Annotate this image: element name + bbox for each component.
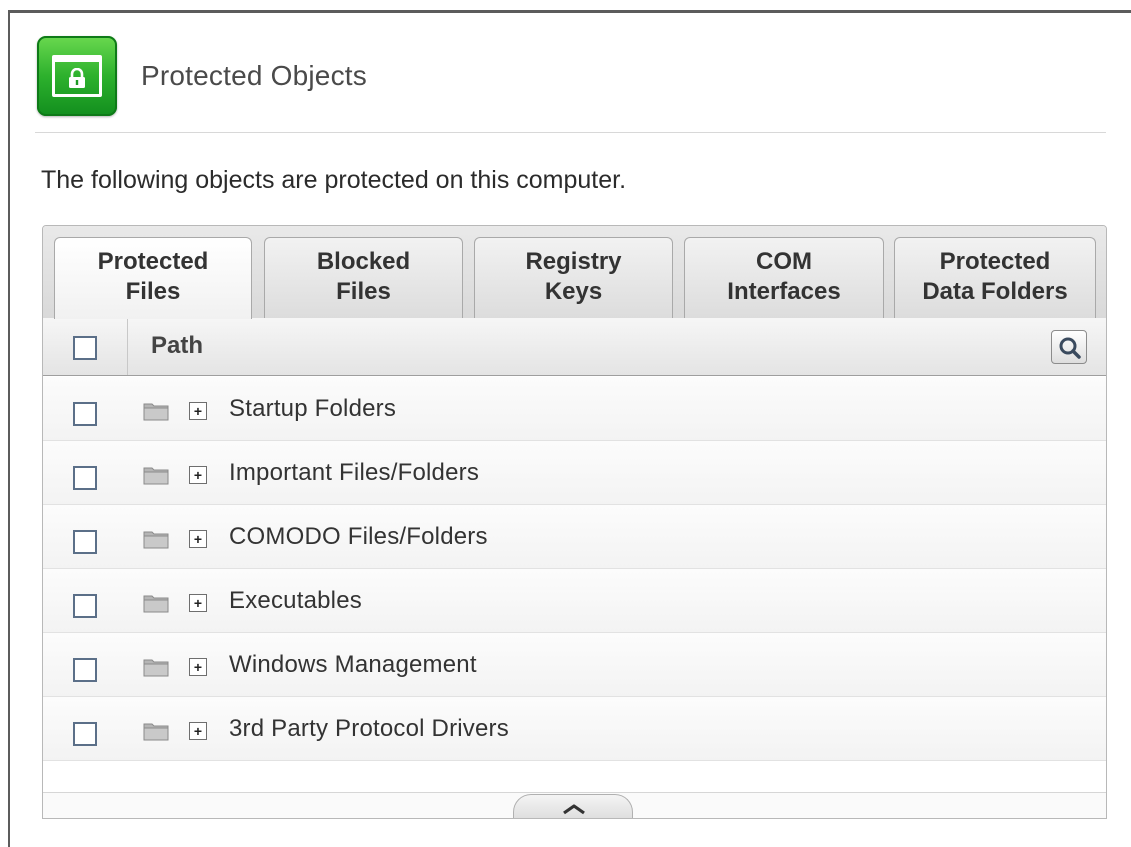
row-label: Important Files/Folders [229,459,480,486]
tab-registry-keys[interactable]: Registry Keys [474,237,673,319]
expand-icon[interactable]: + [189,466,207,484]
tab-label-line2: Interfaces [727,278,841,305]
row-checkbox[interactable] [73,658,97,682]
table-row[interactable]: + Executables [43,569,1106,633]
protected-objects-window: Protected Objects The following objects … [0,0,1131,847]
tab-label-line1: Registry [525,248,622,275]
expand-icon[interactable]: + [189,658,207,676]
folder-icon [143,531,169,549]
table-row[interactable]: + Windows Management [43,633,1106,697]
select-all-checkbox[interactable] [73,336,97,360]
tab-label-line2: Data Folders [922,278,1068,305]
folder-icon [143,403,169,421]
chevron-up-icon [563,804,585,815]
column-separator [127,318,128,375]
search-button[interactable] [1051,330,1087,364]
row-label: Executables [229,587,362,614]
tab-protected-files[interactable]: Protected Files [54,237,252,319]
window-top-border [8,10,1131,13]
folder-icon [143,467,169,485]
expand-icon[interactable]: + [189,722,207,740]
title-divider [35,132,1106,133]
table-body: + Startup Folders + Important Files/Fold… [43,377,1106,761]
folder-icon [143,659,169,677]
folder-icon [143,723,169,741]
tab-com-interfaces[interactable]: COM Interfaces [684,237,884,319]
tab-label-line1: Protected [97,248,209,275]
row-checkbox[interactable] [73,402,97,426]
row-checkbox[interactable] [73,530,97,554]
table-row[interactable]: + COMODO Files/Folders [43,505,1106,569]
tab-blocked-files[interactable]: Blocked Files [264,237,463,319]
collapse-panel-button[interactable] [513,794,633,818]
window-left-border [8,10,10,847]
table-header-row: Path [43,318,1106,376]
tab-label-line1: COM [756,248,812,275]
table-row[interactable]: + Startup Folders [43,377,1106,441]
path-column-header[interactable]: Path [151,332,203,360]
tab-label-line1: Blocked [316,248,411,275]
tab-strip: Protected Files Blocked Files Registry K… [43,226,1106,319]
row-label: 3rd Party Protocol Drivers [229,715,509,742]
table-row[interactable]: + 3rd Party Protocol Drivers [43,697,1106,761]
search-icon [1059,337,1081,359]
expand-icon[interactable]: + [189,530,207,548]
tab-label-line2: Files [336,278,391,305]
tab-label-line1: Protected [939,248,1051,275]
protected-objects-panel: Protected Files Blocked Files Registry K… [42,225,1107,819]
table-row[interactable]: + Important Files/Folders [43,441,1106,505]
row-label: Startup Folders [229,395,397,422]
tab-label-line2: Keys [544,278,603,305]
folder-icon [143,595,169,613]
page-description: The following objects are protected on t… [41,166,627,194]
expand-icon[interactable]: + [189,402,207,420]
tab-label-line2: Files [125,278,181,305]
tab-protected-data-folders[interactable]: Protected Data Folders [894,237,1096,319]
row-checkbox[interactable] [73,594,97,618]
expand-icon[interactable]: + [189,594,207,612]
padlock-icon [69,68,85,88]
lock-window-icon [37,36,117,116]
row-label: COMODO Files/Folders [229,523,488,550]
row-label: Windows Management [229,651,477,678]
row-checkbox[interactable] [73,466,97,490]
page-title: Protected Objects [141,60,367,91]
row-checkbox[interactable] [73,722,97,746]
